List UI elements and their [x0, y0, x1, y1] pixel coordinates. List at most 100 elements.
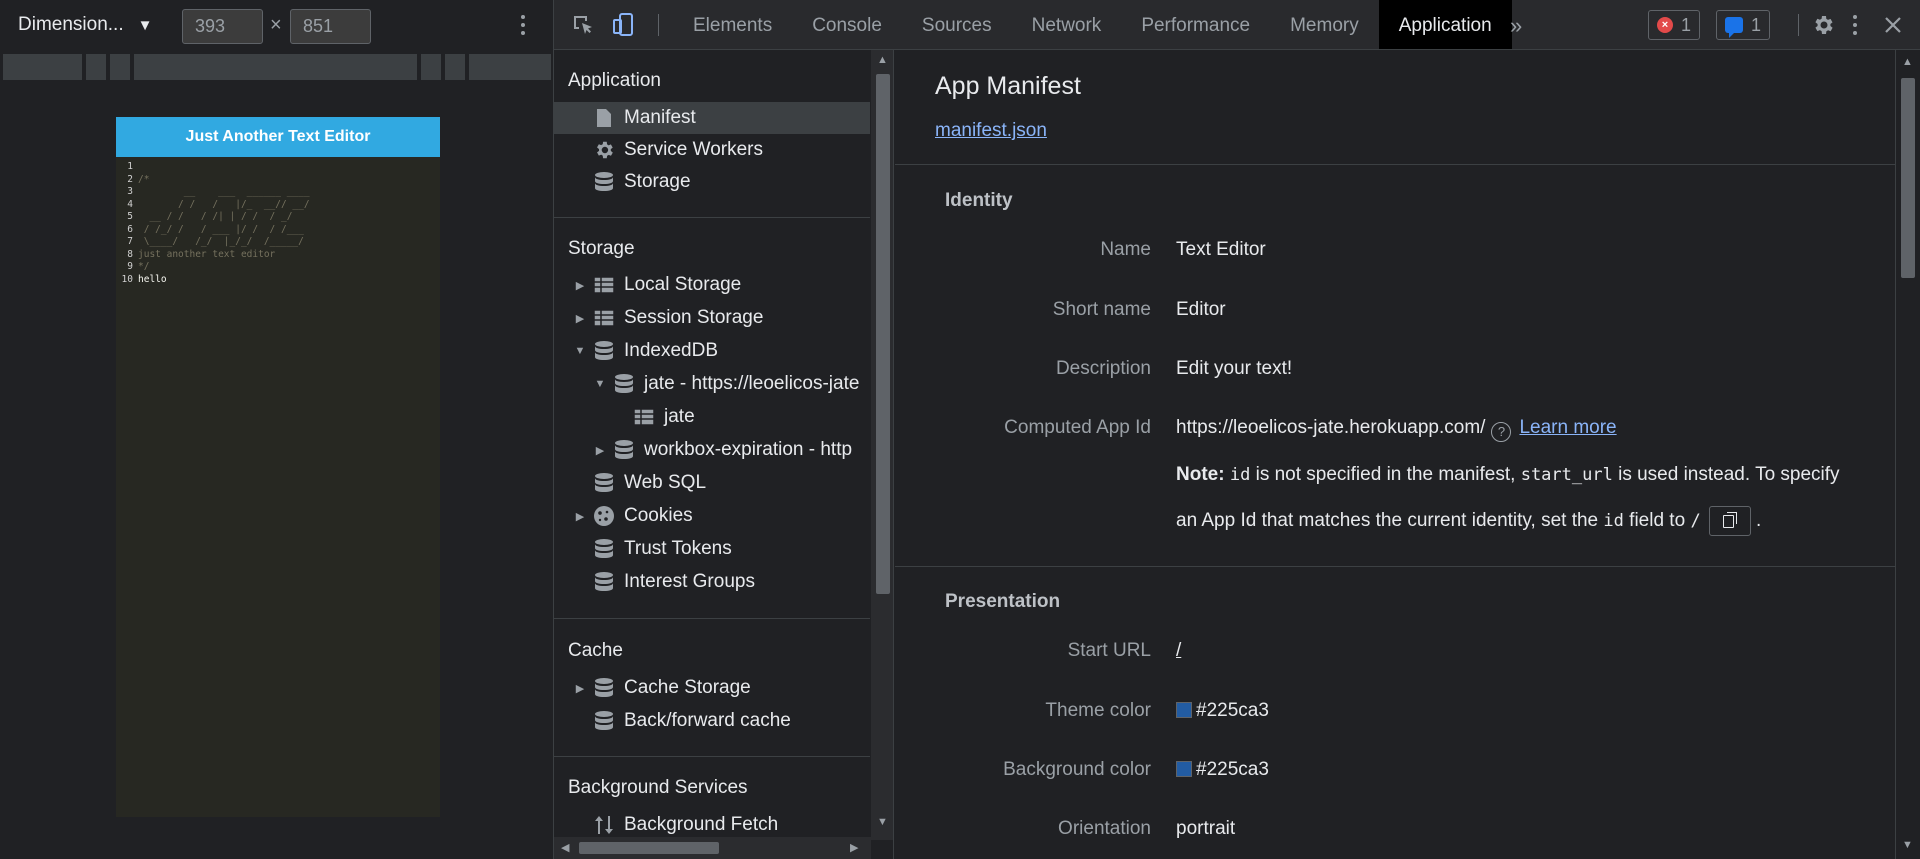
scroll-left-icon[interactable]: ◀: [561, 841, 569, 854]
app-id-label: Computed App Id: [1004, 417, 1151, 438]
sidebar-item-interest-groups[interactable]: Interest Groups: [554, 566, 870, 598]
sidebar-item-label: Session Storage: [624, 307, 764, 328]
more-tabs-icon[interactable]: »: [1510, 13, 1522, 39]
inspect-element-icon[interactable]: [570, 12, 596, 38]
width-input[interactable]: 393: [182, 9, 263, 44]
device-toolbar-icon[interactable]: [611, 12, 637, 38]
tab-console[interactable]: Console: [792, 0, 902, 49]
tab-memory[interactable]: Memory: [1270, 0, 1379, 49]
sidebar-item-local-storage[interactable]: ▶ Local Storage: [554, 269, 870, 301]
sidebar-item-service-workers[interactable]: Service Workers: [554, 134, 870, 166]
tab-elements[interactable]: Elements: [673, 0, 792, 49]
sidebar-item-session-storage[interactable]: ▶ Session Storage: [554, 302, 870, 334]
note-code-id: id: [1229, 465, 1251, 485]
scroll-right-icon[interactable]: ▶: [850, 841, 858, 854]
dimensions-label: Dimension...: [18, 14, 124, 35]
section-storage: Storage: [568, 238, 635, 259]
tab-performance[interactable]: Performance: [1121, 0, 1270, 49]
manifest-json-link[interactable]: manifest.json: [935, 120, 1047, 142]
expand-arrow-icon[interactable]: ▶: [554, 682, 592, 695]
line-number: 8: [127, 248, 133, 260]
sidebar-item-back-forward-cache[interactable]: Back/forward cache: [554, 705, 870, 737]
customize-menu-icon[interactable]: [1847, 12, 1863, 38]
errors-counter[interactable]: × 1: [1648, 10, 1701, 40]
presentation-heading: Presentation: [945, 591, 1061, 612]
tab-network[interactable]: Network: [1012, 0, 1122, 49]
tab-sources[interactable]: Sources: [902, 0, 1012, 49]
section-cache: Cache: [568, 640, 623, 661]
note-text: is not specified in the manifest,: [1255, 464, 1516, 485]
messages-counter[interactable]: 1: [1716, 10, 1771, 40]
note-text: an App Id that matches the current ident…: [1176, 510, 1599, 532]
scrollbar-thumb[interactable]: [1901, 78, 1915, 278]
sidebar-item-cookies[interactable]: ▶ Cookies: [554, 500, 870, 532]
sidebar-item-manifest[interactable]: Manifest: [554, 102, 870, 134]
code-editor[interactable]: 1 2/* 3 __ ___ ______ ____ 4 / / / |/_ __//…: [116, 157, 440, 286]
background-color-swatch[interactable]: [1176, 761, 1192, 777]
sidebar-item-label: Cookies: [624, 505, 693, 526]
sidebar-item-indexeddb[interactable]: ▼ IndexedDB: [554, 335, 870, 367]
start-url-label: Start URL: [1067, 640, 1151, 661]
database-icon: [612, 373, 636, 395]
scroll-down-icon[interactable]: ▼: [877, 816, 888, 828]
up-down-arrows-icon: [592, 814, 616, 836]
theme-color-swatch[interactable]: [1176, 702, 1192, 718]
start-url-link[interactable]: /: [1176, 640, 1181, 662]
expand-arrow-icon[interactable]: ▶: [554, 279, 592, 292]
database-icon: [592, 472, 616, 494]
expand-arrow-icon[interactable]: ▶: [554, 444, 612, 457]
note-code-start-url: start_url: [1520, 465, 1613, 485]
line-number: 2: [127, 173, 133, 185]
sidebar-item-workbox-expiration[interactable]: ▶ workbox-expiration - http: [554, 434, 870, 466]
sidebar-vertical-scrollbar[interactable]: ▲ ▼: [871, 50, 893, 840]
copy-icon[interactable]: [1708, 506, 1751, 536]
database-icon: [592, 710, 616, 732]
error-count: 1: [1681, 14, 1692, 35]
dimensions-dropdown[interactable]: Dimension... ▼: [18, 14, 152, 36]
sidebar-item-web-sql[interactable]: Web SQL: [554, 467, 870, 499]
close-icon[interactable]: [1880, 12, 1906, 38]
line-number: 3: [127, 186, 133, 197]
code-line: 7 \____/ /_/ |_/_/ /_____/: [116, 236, 440, 249]
scrollbar-thumb[interactable]: [579, 842, 719, 854]
line-text: /*: [138, 173, 150, 185]
line-number: 6: [127, 223, 133, 235]
sidebar-item-cache-storage[interactable]: ▶ Cache Storage: [554, 672, 870, 704]
main-vertical-scrollbar[interactable]: ▲ ▼: [1895, 50, 1920, 859]
sidebar-item-jate-store[interactable]: jate: [554, 401, 870, 433]
toolbar-separator: [658, 14, 659, 36]
sidebar-horizontal-scrollbar[interactable]: ◀ ▶: [554, 837, 871, 859]
database-icon: [592, 340, 616, 362]
collapse-arrow-icon[interactable]: ▼: [554, 345, 592, 357]
media-query-ruler[interactable]: [3, 54, 551, 80]
description-value: Edit your text!: [1176, 358, 1293, 379]
sidebar-item-jate-db[interactable]: ▼ jate - https://leoelicos-jate: [554, 368, 870, 400]
scroll-down-icon[interactable]: ▼: [1902, 839, 1913, 851]
line-text: hello: [138, 273, 167, 285]
divider: [895, 566, 1895, 567]
height-input[interactable]: 851: [290, 9, 371, 44]
note-end: .: [1755, 510, 1762, 532]
scroll-up-icon[interactable]: ▲: [1902, 56, 1913, 68]
note-text: field to: [1629, 510, 1686, 532]
settings-gear-icon[interactable]: [1810, 12, 1836, 38]
sidebar-item-trust-tokens[interactable]: Trust Tokens: [554, 533, 870, 565]
sidebar-item-label: Web SQL: [624, 472, 707, 493]
help-icon[interactable]: ?: [1491, 422, 1512, 442]
sidebar-item-storage[interactable]: Storage: [554, 166, 870, 198]
message-count: 1: [1751, 14, 1762, 35]
short-name-value: Editor: [1176, 299, 1226, 320]
collapse-arrow-icon[interactable]: ▼: [554, 378, 612, 390]
learn-more-link[interactable]: Learn more: [1519, 417, 1616, 438]
background-color-label: Background color: [1003, 759, 1151, 780]
expand-arrow-icon[interactable]: ▶: [554, 510, 592, 523]
more-options-icon[interactable]: [515, 12, 531, 38]
manifest-panel: App Manifest manifest.json Identity Name…: [895, 50, 1895, 859]
expand-arrow-icon[interactable]: ▶: [554, 312, 592, 325]
app-header: Just Another Text Editor: [116, 117, 440, 157]
sidebar-item-label: Cache Storage: [624, 677, 751, 698]
scroll-up-icon[interactable]: ▲: [877, 54, 888, 66]
tab-application[interactable]: Application: [1378, 0, 1512, 49]
emulated-device-viewport: Just Another Text Editor 1 2/* 3 __ ___ __…: [116, 117, 440, 817]
scrollbar-thumb[interactable]: [876, 74, 890, 594]
